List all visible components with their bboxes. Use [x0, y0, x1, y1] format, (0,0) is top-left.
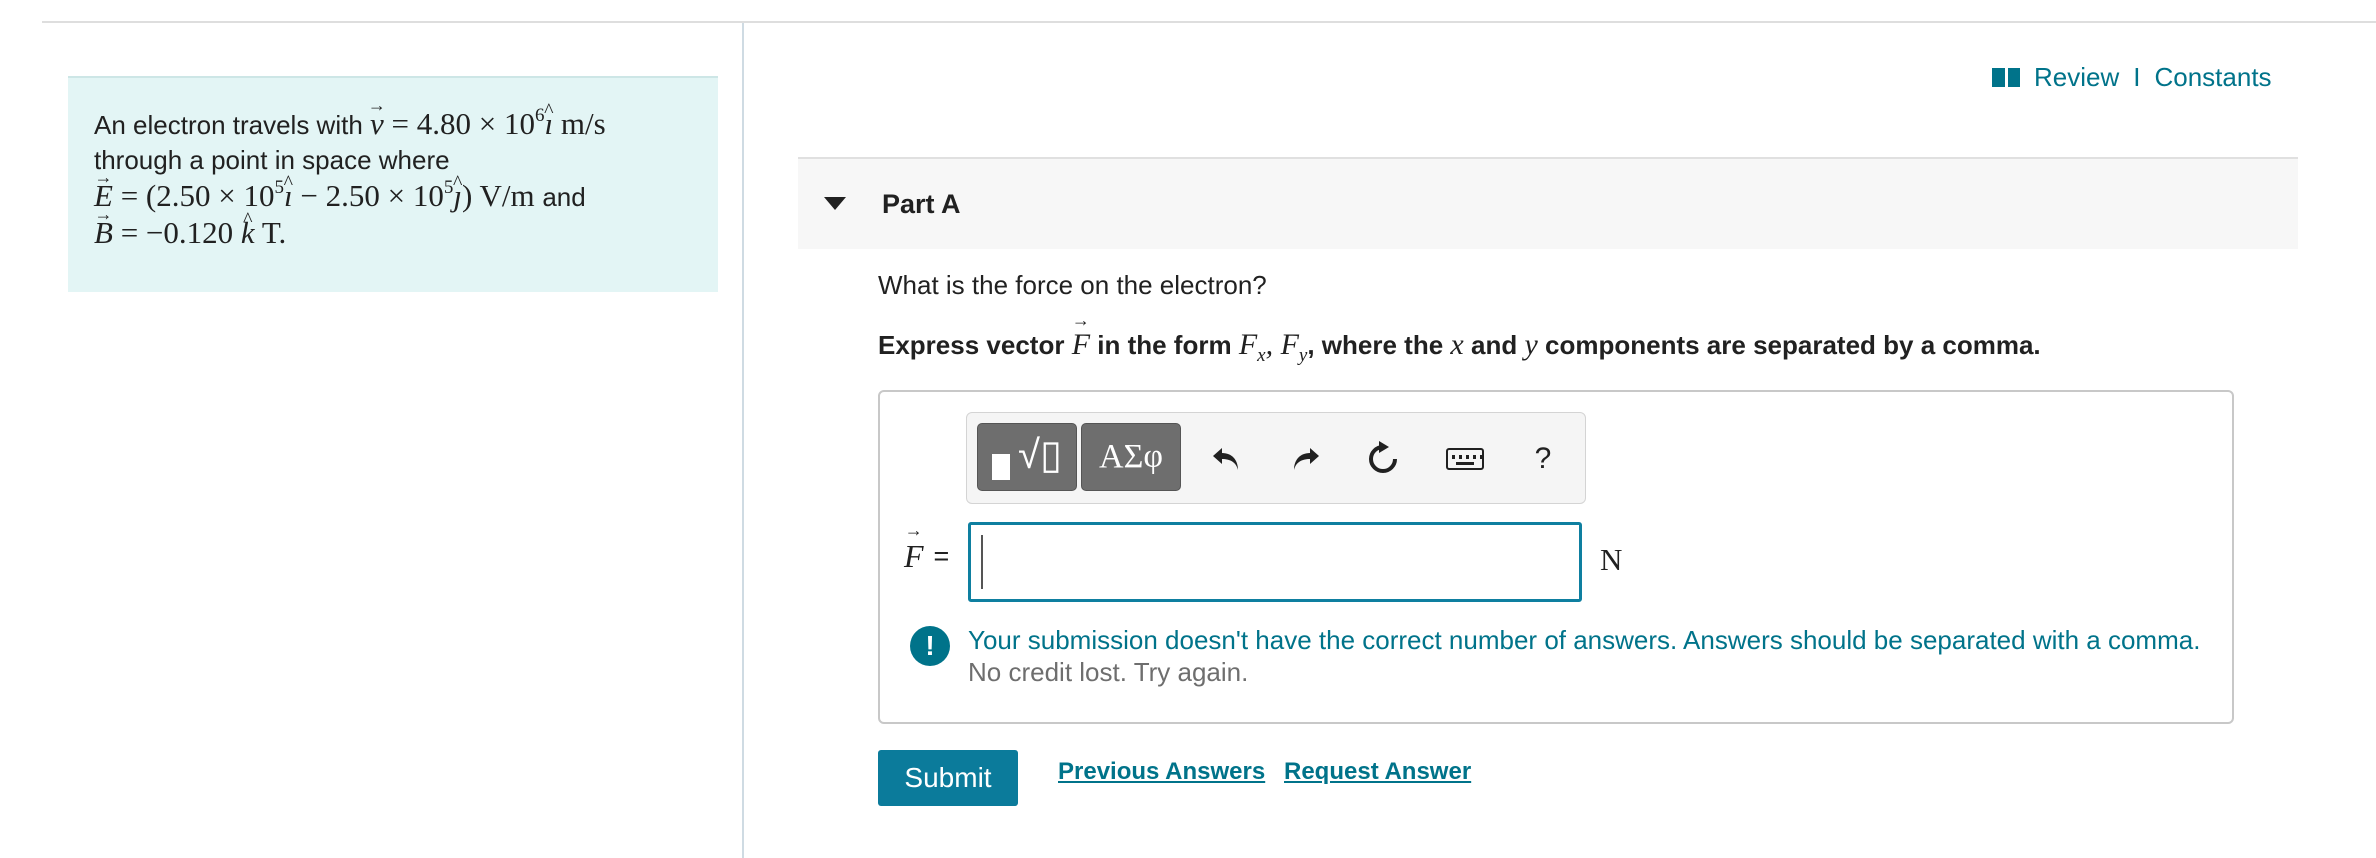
- problem-statement: An electron travels with v = 4.80 × 106ı…: [68, 76, 718, 292]
- problem-line-1: An electron travels with v = 4.80 × 106ı…: [94, 106, 692, 143]
- text-cursor: [981, 535, 983, 589]
- part-title: Part A: [882, 189, 961, 219]
- top-rule: [42, 21, 2376, 23]
- help-button[interactable]: ?: [1523, 439, 1563, 479]
- problem-line-2: through a point in space where: [94, 145, 450, 175]
- force-symbol: F: [1072, 328, 1090, 362]
- question-text: What is the force on the electron?: [878, 270, 1267, 300]
- math-toolbar: √▯ ΑΣφ ?: [966, 412, 1586, 504]
- answer-label: F =: [904, 538, 949, 575]
- instruction-text: Express vector F in the form Fx, Fy, whe…: [878, 328, 2041, 367]
- undo-icon[interactable]: [1207, 439, 1247, 479]
- unit-label: N: [1600, 542, 1623, 577]
- answer-force-symbol: F: [904, 538, 924, 575]
- previous-answers-link[interactable]: Previous Answers: [1058, 758, 1265, 786]
- redo-icon[interactable]: [1285, 439, 1325, 479]
- feedback-text: Your submission doesn't have the correct…: [968, 625, 2201, 655]
- constants-link[interactable]: Constants: [2154, 62, 2271, 93]
- submit-button[interactable]: Submit: [878, 750, 1018, 806]
- request-answer-link[interactable]: Request Answer: [1284, 758, 1471, 786]
- pane-divider: [742, 23, 744, 858]
- problem-line-4: B = −0.120 k T.: [94, 215, 692, 252]
- part-a-header[interactable]: Part A: [798, 157, 2298, 249]
- keyboard-icon[interactable]: [1445, 439, 1485, 479]
- b-field-symbol: B: [94, 215, 113, 250]
- feedback-message: ! Your submission doesn't have the corre…: [910, 624, 2200, 688]
- alert-icon: !: [910, 626, 950, 666]
- answer-input[interactable]: [968, 522, 1582, 602]
- review-separator: I: [2133, 62, 2141, 92]
- templates-icon: [992, 454, 1010, 480]
- greek-symbols-button[interactable]: ΑΣφ: [1081, 423, 1181, 491]
- problem-line-3: E = (2.50 × 105ı − 2.50 × 105ȷ) V/m and: [94, 178, 692, 215]
- answer-panel: √▯ ΑΣφ ? F = N ! Your submission doesn't…: [878, 390, 2234, 724]
- collapse-caret-icon[interactable]: [824, 197, 846, 210]
- templates-button[interactable]: √▯: [977, 423, 1077, 491]
- review-constants: Review I Constants: [1992, 62, 2272, 93]
- feedback-subtext: No credit lost. Try again.: [968, 657, 1249, 687]
- reset-icon[interactable]: [1363, 439, 1403, 479]
- velocity-symbol: v: [370, 106, 384, 141]
- review-link[interactable]: Review: [2034, 62, 2119, 93]
- book-icon: [1992, 68, 2020, 87]
